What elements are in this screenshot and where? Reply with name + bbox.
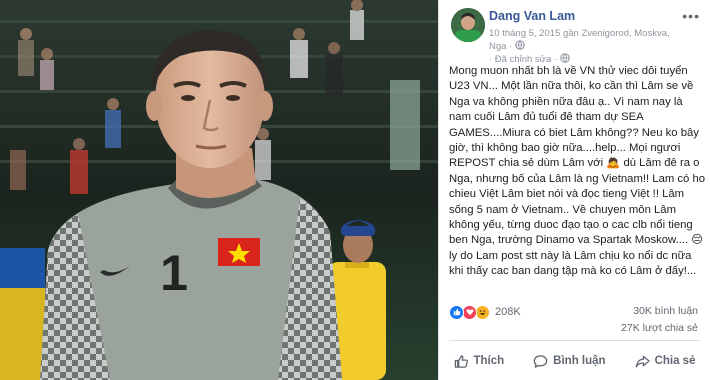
post-actions: Thích Bình luận Chia sẻ (439, 342, 710, 380)
reactions-summary[interactable]: 208K (449, 304, 521, 320)
share-arrow-icon (635, 355, 650, 367)
haha-icon (475, 304, 490, 320)
like-icon (449, 304, 464, 320)
comment-label: Bình luận (553, 355, 606, 367)
public-globe-icon (560, 53, 570, 63)
thumbs-up-icon (454, 354, 468, 368)
post-panel: Dang Van Lam 10 tháng 5, 2015 gần Zvenig… (438, 0, 710, 380)
share-label: Chia sẻ (654, 355, 696, 367)
jersey-number: 1 (160, 245, 188, 301)
avatar[interactable] (451, 8, 485, 42)
like-button[interactable]: Thích (448, 350, 511, 373)
globe-icon (515, 40, 525, 50)
love-icon (462, 304, 477, 320)
shares-count[interactable]: 27K lượt chia sẻ (621, 322, 698, 334)
post-text: Mong muon nhất bh là về VN thử viec dôi … (449, 65, 706, 278)
reaction-count: 208K (495, 306, 521, 318)
like-label: Thích (473, 355, 505, 367)
comment-bubble-icon (533, 354, 548, 368)
post-photo[interactable]: 1 (0, 0, 438, 380)
goalkeeper-photo (0, 0, 438, 380)
comment-button[interactable]: Bình luận (527, 350, 611, 373)
author-name[interactable]: Dang Van Lam (489, 9, 575, 23)
avatar-image (451, 8, 485, 42)
divider (449, 340, 700, 341)
more-options-icon[interactable]: ••• (682, 8, 700, 24)
post-meta: 10 tháng 5, 2015 gần Zvenigorod, Moskva,… (489, 27, 689, 66)
share-button[interactable]: Chia sẻ (629, 350, 702, 373)
comments-count[interactable]: 30K bình luận (633, 305, 698, 317)
